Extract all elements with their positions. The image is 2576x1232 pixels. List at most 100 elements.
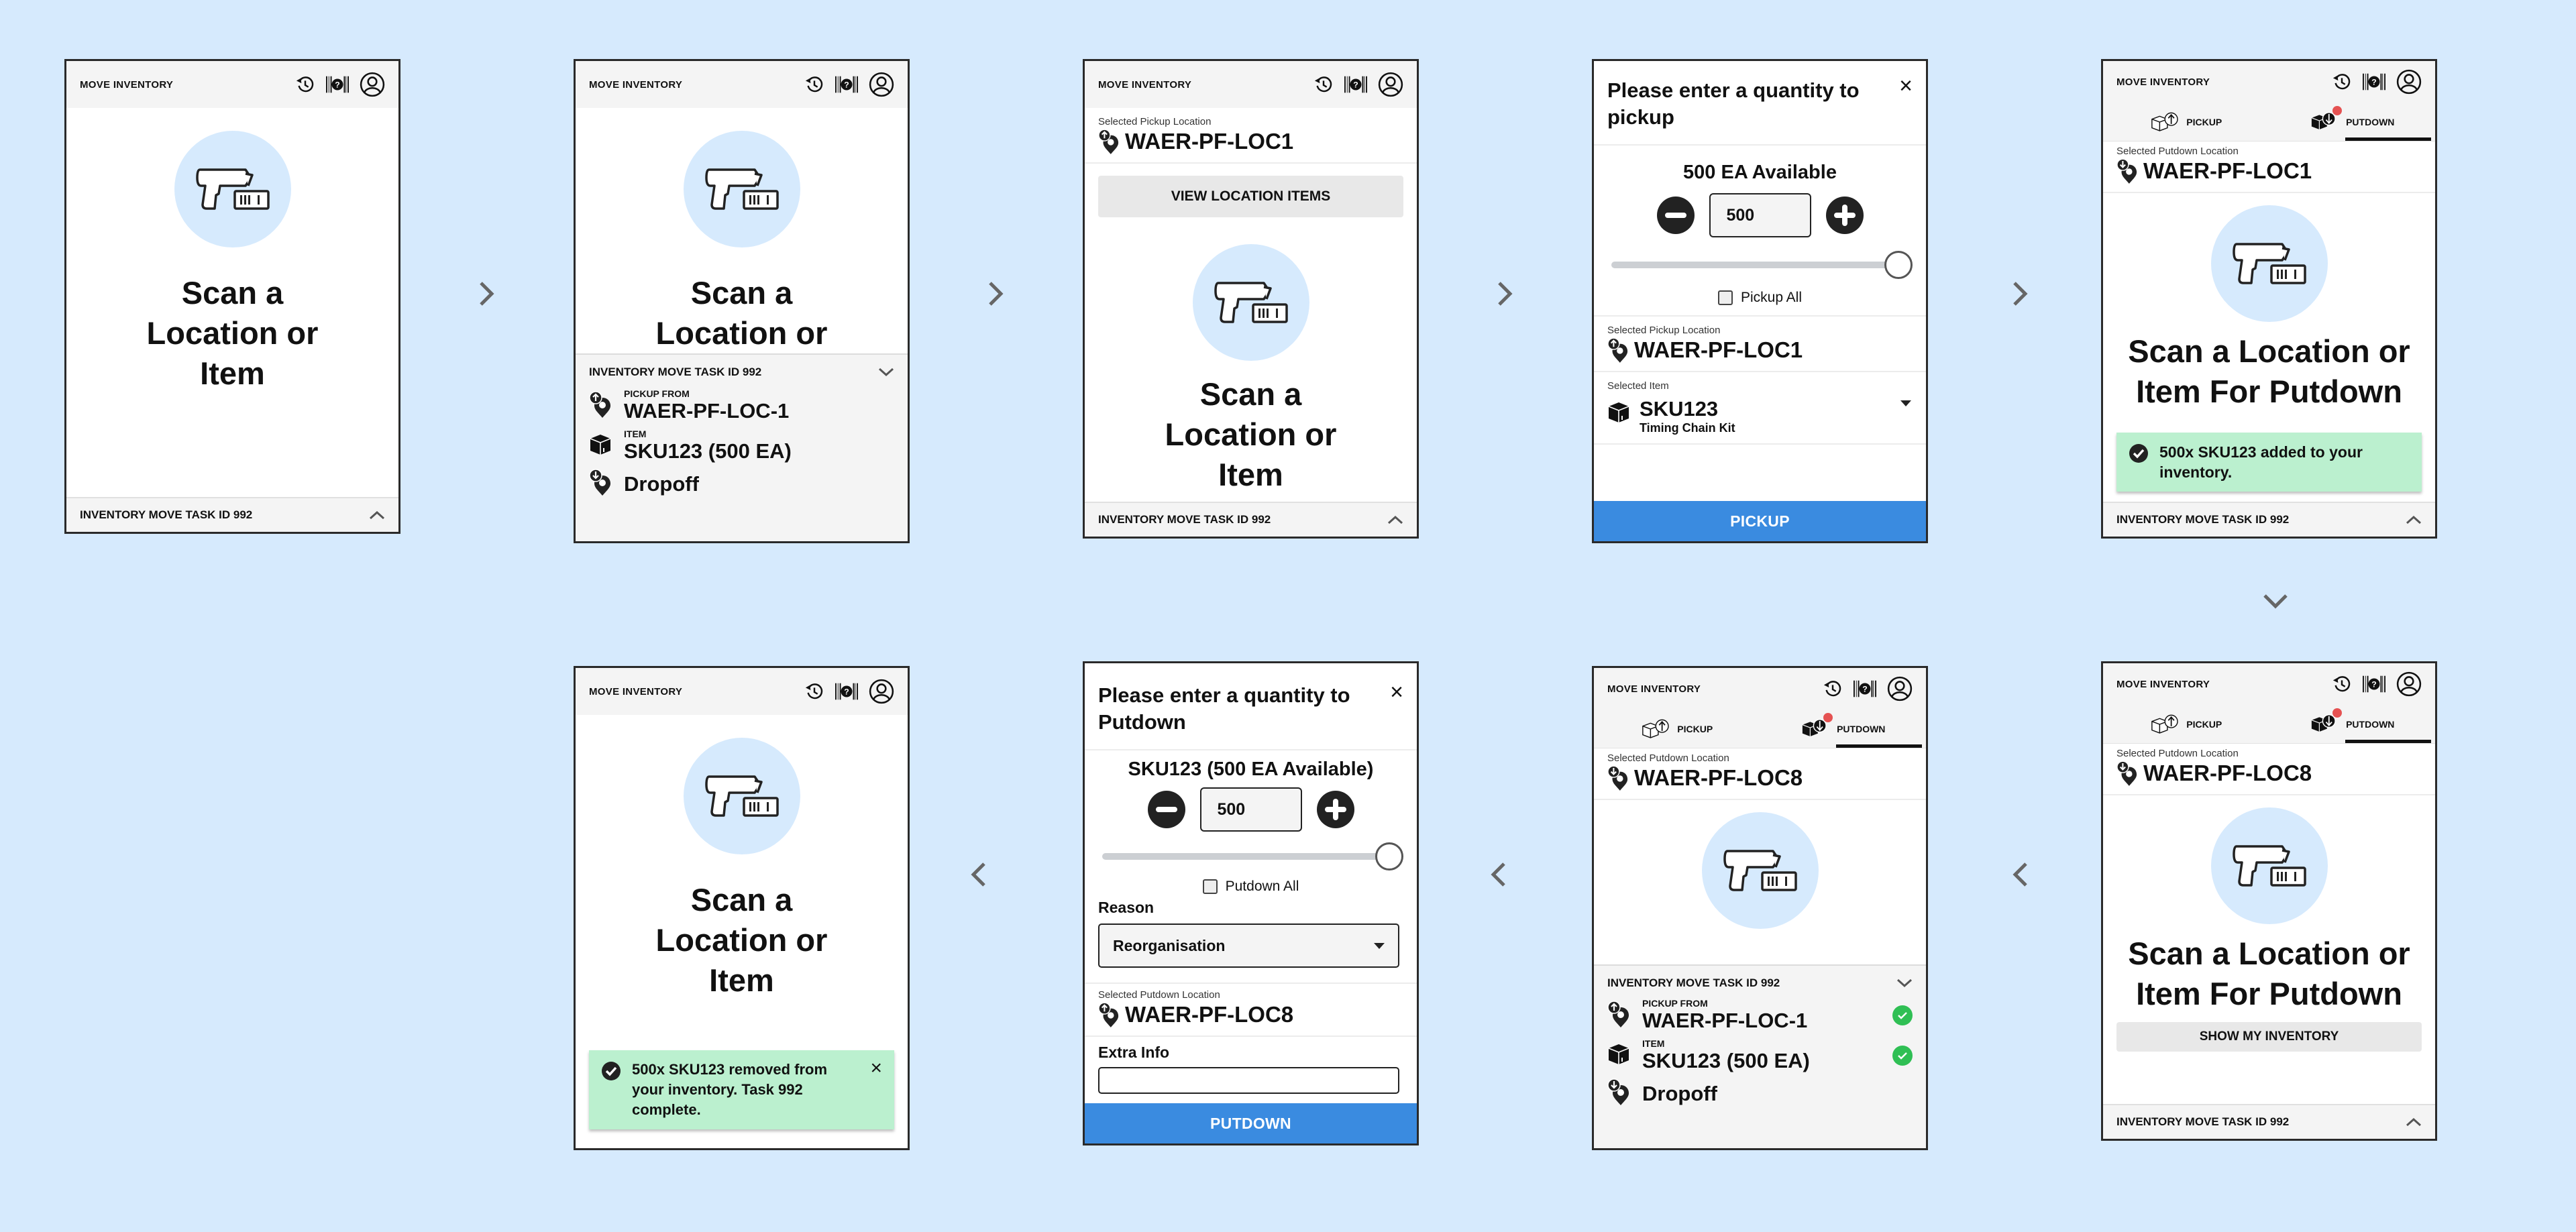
slider-thumb[interactable] <box>1884 251 1913 279</box>
item-value: SKU123 (500 EA) <box>1642 1049 1810 1072</box>
task-panel-expanded: INVENTORY MOVE TASK ID 992 PICKUP FROM W… <box>576 353 908 541</box>
pickup-complete-check-icon <box>1892 1005 1913 1025</box>
selected-location-label: Selected Putdown Location <box>2116 748 2239 759</box>
decrement-button[interactable] <box>1147 791 1185 828</box>
barcode-scanner-icon <box>1723 848 1797 893</box>
user-account-icon[interactable] <box>2396 671 2422 697</box>
scan-prompt-area: Scan a Location or Item <box>66 131 398 394</box>
history-icon[interactable] <box>2332 674 2352 694</box>
reason-label: Reason <box>1098 899 1155 916</box>
reason-select[interactable]: Reorganisation <box>1098 923 1399 968</box>
quantity-input[interactable]: 500 <box>1709 193 1811 237</box>
flow-arrow-right-icon <box>2012 280 2028 307</box>
history-icon[interactable] <box>804 74 824 95</box>
item-value: SKU123 (500 EA) <box>624 439 792 463</box>
putdown-all-checkbox[interactable] <box>1202 879 1218 894</box>
scanner-illustration <box>1701 812 1819 929</box>
tab-putdown[interactable]: PUTDOWN <box>2269 103 2436 141</box>
selected-item-dropdown[interactable]: Selected Item SKU123 Timing Chain Kit <box>1594 372 1926 445</box>
notification-badge <box>1823 713 1833 722</box>
user-account-icon[interactable] <box>869 679 894 704</box>
tab-pickup[interactable]: PICKUP <box>1594 710 1760 748</box>
barcode-help-icon[interactable] <box>1344 76 1367 93</box>
tab-putdown[interactable]: PUTDOWN <box>1760 710 1927 748</box>
task-panel-header[interactable]: INVENTORY MOVE TASK ID 992 <box>1607 976 1913 990</box>
user-account-icon[interactable] <box>1378 72 1403 97</box>
history-icon[interactable] <box>804 681 824 702</box>
screen-6-putdown-location-loc8: MOVE INVENTORY PICKUP PUTDOWN Selected P… <box>2101 661 2437 1141</box>
slider-track[interactable] <box>1102 853 1393 860</box>
quantity-slider[interactable] <box>1611 251 1913 279</box>
chevron-up-icon[interactable] <box>1387 515 1403 524</box>
task-panel-expanded: INVENTORY MOVE TASK ID 992 PICKUP FROM W… <box>1594 964 1926 1148</box>
task-panel-header[interactable]: INVENTORY MOVE TASK ID 992 <box>589 366 894 379</box>
chevron-up-icon[interactable] <box>369 510 385 520</box>
flow-arrow-right-icon <box>1497 280 1513 307</box>
barcode-scanner-icon <box>1214 280 1288 325</box>
pickup-all-checkbox[interactable] <box>1717 290 1733 305</box>
slider-thumb[interactable] <box>1375 842 1403 871</box>
app-title: MOVE INVENTORY <box>1607 683 1701 695</box>
increment-button[interactable] <box>1316 791 1354 828</box>
mode-tabs: PICKUP PUTDOWN <box>1594 710 1926 748</box>
chevron-up-icon[interactable] <box>2406 515 2422 524</box>
show-my-inventory-button[interactable]: SHOW MY INVENTORY <box>2116 1022 2422 1052</box>
chevron-down-icon[interactable] <box>878 368 894 377</box>
user-account-icon[interactable] <box>2396 69 2422 95</box>
tab-putdown[interactable]: PUTDOWN <box>2269 705 2436 743</box>
chevron-down-icon[interactable] <box>1896 978 1913 988</box>
task-bar-collapsed[interactable]: INVENTORY MOVE TASK ID 992 <box>2103 1104 2435 1139</box>
user-account-icon[interactable] <box>360 72 385 97</box>
tab-pickup[interactable]: PICKUP <box>2103 705 2269 743</box>
item-label: ITEM <box>624 429 647 439</box>
barcode-help-icon[interactable] <box>835 76 858 93</box>
screen-3-pickup-location-selected: MOVE INVENTORY Selected Pickup Location … <box>1083 59 1419 539</box>
task-bar-collapsed[interactable]: INVENTORY MOVE TASK ID 992 <box>66 497 398 532</box>
extra-info-input[interactable] <box>1098 1067 1399 1094</box>
barcode-help-icon[interactable] <box>326 76 349 93</box>
app-title: MOVE INVENTORY <box>589 78 683 91</box>
task-item-row: ITEM SKU123 (500 EA) <box>589 429 894 463</box>
mode-tabs: PICKUP PUTDOWN <box>2103 103 2435 142</box>
pickup-all-label: Pickup All <box>1740 290 1803 305</box>
barcode-help-icon[interactable] <box>1854 680 1876 697</box>
user-account-icon[interactable] <box>869 72 894 97</box>
quantity-input[interactable]: 500 <box>1199 787 1302 832</box>
item-box-icon <box>1607 1043 1630 1066</box>
scanner-illustration <box>2210 807 2328 924</box>
box-pickup-icon <box>2150 111 2181 133</box>
increment-button[interactable] <box>1825 197 1864 234</box>
dropdown-caret-icon[interactable] <box>1374 942 1385 949</box>
history-icon[interactable] <box>2332 72 2352 92</box>
tab-pickup[interactable]: PICKUP <box>2103 103 2269 141</box>
view-location-items-button[interactable]: VIEW LOCATION ITEMS <box>1098 176 1403 217</box>
close-icon[interactable]: × <box>1390 681 1403 704</box>
user-account-icon[interactable] <box>1887 676 1913 702</box>
task-panel-title: INVENTORY MOVE TASK ID 992 <box>589 366 762 378</box>
close-icon[interactable]: × <box>1899 74 1913 97</box>
task-item-row: ITEM SKU123 (500 EA) <box>1607 1038 1913 1073</box>
quantity-slider[interactable] <box>1102 842 1403 871</box>
putdown-location-pin-icon <box>1607 765 1629 791</box>
task-bar-collapsed[interactable]: INVENTORY MOVE TASK ID 992 <box>1085 502 1417 537</box>
barcode-help-icon[interactable] <box>835 683 858 700</box>
scan-prompt-area: Scan a Location or Item For Putdown <box>2103 205 2435 412</box>
history-icon[interactable] <box>1823 679 1843 699</box>
chevron-up-icon[interactable] <box>2406 1117 2422 1127</box>
history-icon[interactable] <box>295 74 315 95</box>
toast-close-icon[interactable]: × <box>870 1058 882 1120</box>
barcode-help-icon[interactable] <box>2363 675 2385 693</box>
scan-prompt-area: Scan a Location or Item For Putdown <box>2103 807 2435 1014</box>
putdown-button[interactable]: PUTDOWN <box>1085 1103 1417 1143</box>
selected-location-label: Selected Pickup Location <box>1098 116 1212 127</box>
dropdown-caret-icon[interactable] <box>1900 400 1911 406</box>
pickup-location-pin-icon <box>589 391 612 418</box>
slider-track[interactable] <box>1611 262 1902 268</box>
history-icon[interactable] <box>1313 74 1334 95</box>
decrement-button[interactable] <box>1656 197 1695 234</box>
barcode-help-icon[interactable] <box>2363 73 2385 91</box>
task-bar-collapsed[interactable]: INVENTORY MOVE TASK ID 992 <box>2103 502 2435 537</box>
pickup-button[interactable]: PICKUP <box>1594 501 1926 541</box>
scan-prompt-title: Scan a Location or Item <box>1165 376 1337 492</box>
screen-4-pickup-quantity-modal: Please enter a quantity to pickup × 500 … <box>1592 59 1928 543</box>
